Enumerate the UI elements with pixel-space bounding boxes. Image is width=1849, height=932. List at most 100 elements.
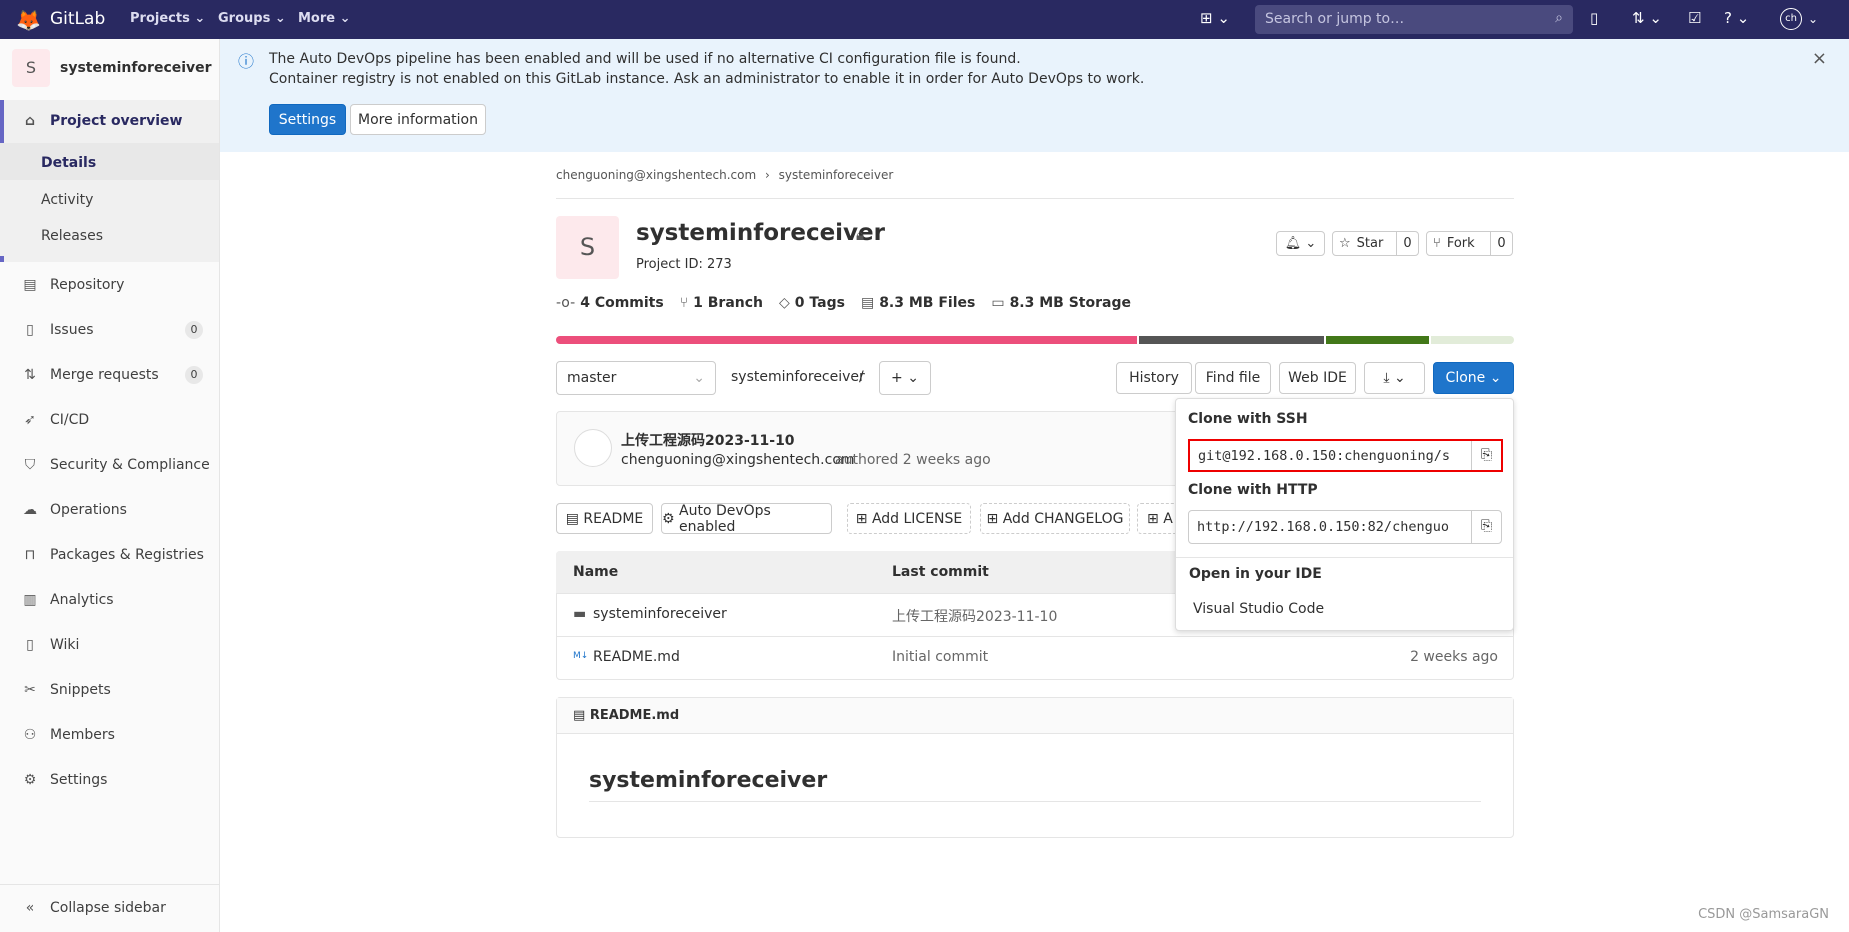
ssh-url-field[interactable]: git@192.168.0.150:chenguoning/s ⎘ (1188, 439, 1503, 472)
chevron-down-icon[interactable]: ⌄ (1808, 12, 1818, 26)
sidebar-item-label: Security & Compliance (50, 457, 210, 473)
stat-tags[interactable]: ◇ 0 Tags (779, 295, 845, 311)
readme-heading: systeminforeceiver (589, 768, 1481, 802)
more-information-button[interactable]: More information (350, 104, 486, 135)
sidebar-item-operations[interactable]: ☁ Operations (0, 490, 219, 530)
sidebar-item-settings[interactable]: ⚙ Settings (0, 760, 219, 800)
nav-more[interactable]: More ⌄ (298, 11, 351, 26)
info-icon: ⓘ (238, 52, 255, 71)
sidebar-item-snippets[interactable]: ✂ Snippets (0, 670, 219, 710)
sidebar-item-label: CI/CD (50, 412, 90, 428)
sidebar-item-project-overview[interactable]: ⌂ Project overview (0, 101, 219, 141)
double-chevron-left-icon: « (25, 900, 35, 916)
sidebar-item-activity[interactable]: Activity (0, 180, 219, 220)
file-commit[interactable]: Initial commit (892, 649, 988, 665)
sidebar-item-security-compliance[interactable]: ⛉ Security & Compliance (0, 445, 219, 485)
avatar[interactable]: ch (1780, 8, 1802, 30)
todo-icon[interactable]: ☑ (1688, 9, 1701, 27)
stat-storage[interactable]: ▭ 8.3 MB Storage (991, 295, 1131, 311)
sidebar-item-ci-cd[interactable]: ➶ CI/CD (0, 400, 219, 440)
sidebar-project-name[interactable]: systeminforeceiver (60, 60, 212, 76)
sidebar-item-members[interactable]: ⚇ Members (0, 715, 219, 755)
commit-title[interactable]: 上传工程源码2023-11-10 (621, 430, 795, 450)
copy-ssh-icon[interactable]: ⎘ (1471, 441, 1501, 470)
sidebar-item-label: Packages & Registries (50, 547, 204, 563)
sidebar-item-wiki[interactable]: ▯ Wiki (0, 625, 219, 665)
web-ide-button[interactable]: Web IDE (1279, 362, 1356, 394)
watermark: CSDN @SamsaraGN (1698, 907, 1829, 922)
add-license-button[interactable]: ⊞ Add LICENSE (847, 503, 971, 534)
merge-requests-icon[interactable]: ⇅ ⌄ (1632, 9, 1662, 27)
fork-count[interactable]: 0 (1490, 232, 1512, 255)
readme-box: ▤ README.md systeminforeceiver (556, 697, 1514, 838)
search-input[interactable]: Search or jump to… ⌕ (1255, 5, 1573, 34)
sidebar-item-label: Issues (50, 322, 94, 338)
brand[interactable]: GitLab (50, 9, 105, 29)
commit-author[interactable]: chenguoning@xingshentech.com (621, 452, 855, 468)
close-icon[interactable]: × (1812, 48, 1827, 69)
fork-button[interactable]: ⑂ Fork 0 (1426, 231, 1513, 256)
download-icon: ⤓ ⌄ (1383, 370, 1406, 386)
path-root[interactable]: systeminforeceiver (731, 369, 865, 385)
copy-http-icon[interactable]: ⎘ (1471, 511, 1501, 543)
readme-filename[interactable]: README.md (590, 708, 679, 723)
file-name[interactable]: README.md (593, 649, 680, 665)
open-in-ide-label: Open in your IDE (1189, 566, 1322, 582)
rocket-icon: ➶ (24, 412, 36, 428)
sidebar-item-analytics[interactable]: ▥ Analytics (0, 580, 219, 620)
issues-icon[interactable]: ▯ (1590, 9, 1598, 27)
stat-files[interactable]: ▤ 8.3 MB Files (861, 295, 975, 311)
nav-groups[interactable]: Groups ⌄ (218, 11, 286, 26)
breadcrumb-project[interactable]: systeminforeceiver (779, 168, 894, 182)
download-dropdown[interactable]: ⤓ ⌄ (1364, 362, 1425, 394)
sidebar-item-label: Wiki (50, 637, 80, 653)
breadcrumb-user[interactable]: chenguoning@xingshentech.com (556, 168, 756, 182)
new-plus-icon[interactable]: ⊞ ⌄ (1200, 9, 1230, 27)
sidebar-item-repository[interactable]: ▤ Repository (0, 265, 219, 305)
history-button[interactable]: History (1116, 362, 1192, 394)
collapse-sidebar-button[interactable]: «Collapse sidebar (0, 888, 219, 928)
sidebar-item-merge-requests[interactable]: ⇅ Merge requests 0 (0, 355, 219, 395)
lock-icon: 🔒︎ (856, 226, 864, 244)
sidebar-item-label: Analytics (50, 592, 114, 608)
table-row[interactable]: M↓ README.md Initial commit 2 weeks ago (556, 637, 1514, 680)
file-time: 2 weeks ago (1410, 649, 1498, 665)
star-count[interactable]: 0 (1396, 232, 1418, 255)
help-icon[interactable]: ? ⌄ (1724, 9, 1749, 27)
add-dropdown[interactable]: + ⌄ (879, 361, 931, 395)
clone-dropdown-button[interactable]: Clone ⌄ (1433, 362, 1514, 394)
sidebar-item-label: Repository (50, 277, 125, 293)
plus-icon: + ⌄ (891, 370, 919, 386)
branch-selector[interactable]: master ⌄ (556, 361, 716, 395)
vscode-option[interactable]: Visual Studio Code (1193, 601, 1324, 617)
gitlab-logo-icon[interactable]: 🦊 (16, 8, 41, 32)
file-name[interactable]: systeminforeceiver (593, 606, 727, 622)
find-file-button[interactable]: Find file (1195, 362, 1271, 394)
branch-icon: ⑂ (679, 295, 689, 311)
star-button[interactable]: ☆ Star 0 (1332, 231, 1419, 256)
nav-projects[interactable]: Projects ⌄ (130, 11, 205, 26)
stat-commits[interactable]: -o- 4 Commits (556, 295, 664, 311)
sidebar-item-releases[interactable]: Releases (0, 216, 219, 256)
sidebar-item-packages-registries[interactable]: ⊓ Packages & Registries (0, 535, 219, 575)
fork-icon: ⑂ (1433, 236, 1441, 251)
header-last-commit: Last commit (892, 564, 989, 580)
auto-devops-button[interactable]: ⚙ Auto DevOps enabled (661, 503, 832, 535)
notification-dropdown[interactable]: 🔔︎ ⌄ (1276, 231, 1325, 256)
book-icon: ▯ (26, 637, 34, 653)
readme-button[interactable]: ▤ README (556, 503, 653, 534)
file-icon: ▤ (23, 277, 37, 293)
sidebar-item-issues[interactable]: ▯ Issues 0 (0, 310, 219, 350)
http-url-field[interactable]: http://192.168.0.150:82/chenguo ⎘ (1188, 510, 1502, 544)
file-icon: ▤ (565, 510, 584, 527)
tag-icon: ◇ (779, 295, 790, 311)
project-avatar: S (12, 49, 50, 87)
add-changelog-button[interactable]: ⊞ Add CHANGELOG (980, 503, 1130, 534)
language-bar (556, 336, 1514, 344)
commit-authored: authored 2 weeks ago (835, 452, 991, 468)
file-commit[interactable]: 上传工程源码2023-11-10 (892, 606, 1057, 626)
sidebar-item-label: Settings (50, 772, 108, 788)
stat-branches[interactable]: ⑂ 1 Branch (680, 295, 763, 311)
settings-button[interactable]: Settings (269, 104, 346, 135)
sidebar-item-details[interactable]: Details (0, 143, 219, 183)
